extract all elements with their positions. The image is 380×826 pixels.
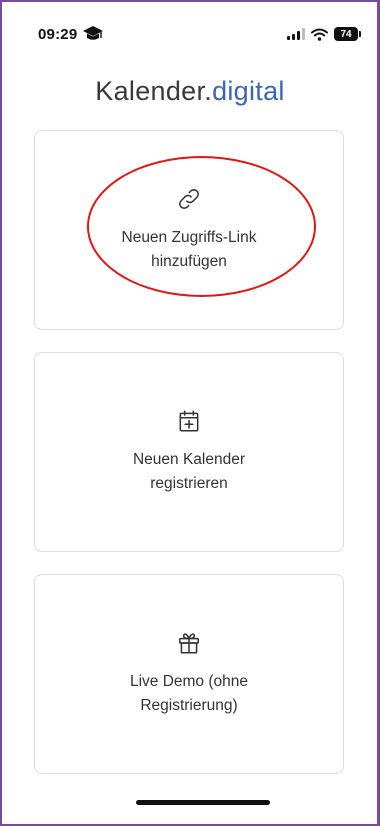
- status-bar: 09:29 74: [0, 0, 380, 60]
- home-indicator: [136, 800, 270, 805]
- app-title: Kalender.digital: [0, 76, 380, 107]
- status-time: 09:29: [38, 26, 78, 43]
- battery-level: 74: [340, 28, 352, 40]
- add-access-link-card[interactable]: Neuen Zugriffs-Link hinzufügen: [34, 130, 344, 330]
- live-demo-label: Live Demo (ohne Registrierung): [129, 673, 249, 714]
- add-access-link-label: Neuen Zugriffs-Link hinzufügen: [121, 229, 257, 270]
- status-indicators: 74: [287, 26, 361, 42]
- register-calendar-card[interactable]: Neuen Kalender registrieren: [34, 352, 344, 552]
- link-icon: [179, 189, 199, 209]
- gift-icon: [179, 633, 199, 654]
- wifi-icon: [311, 28, 328, 41]
- app-title-accent: digital: [212, 76, 285, 106]
- live-demo-card[interactable]: Live Demo (ohne Registrierung): [34, 574, 344, 774]
- graduation-cap-icon: [83, 26, 103, 40]
- battery-icon: 74: [334, 27, 361, 41]
- calendar-plus-icon: [179, 410, 199, 432]
- cellular-signal-icon: [287, 28, 305, 40]
- app-title-main: Kalender.: [95, 76, 213, 106]
- register-calendar-label: Neuen Kalender registrieren: [132, 451, 246, 492]
